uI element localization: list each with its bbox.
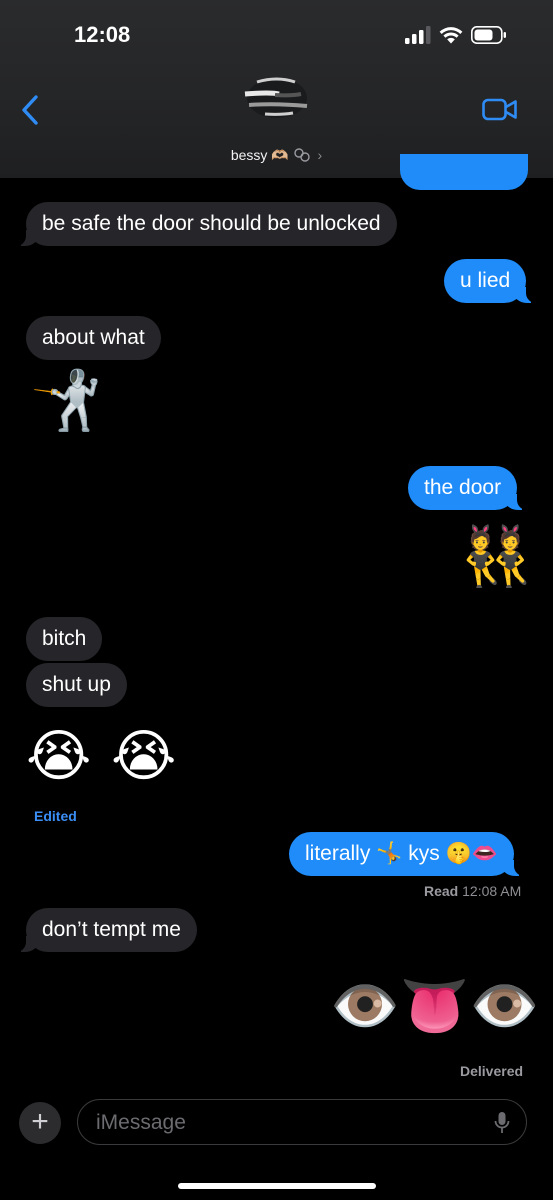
chevron-right-icon: › [317,147,323,163]
message-emoji: 🤫👄 [445,842,498,865]
apps-plus-button[interactable]: + [19,1102,61,1144]
wifi-icon [439,27,463,44]
contact-name-emoji: 🫶🏼 [271,147,289,163]
message-text: the door [424,476,502,499]
microphone-icon[interactable] [494,1111,510,1135]
status-time: 12:08 [74,22,131,47]
message-input[interactable] [94,1100,478,1145]
battery-icon [471,26,506,44]
message-incoming[interactable]: bitch [26,617,103,661]
linked-rings-icon [293,148,310,162]
contact-name: bessy [230,147,268,163]
message-text-start: literally [305,842,371,865]
message-incoming[interactable]: be safe the door should be unlocked [15,202,397,246]
message-text: bitch [42,627,87,650]
previous-outgoing-bubble [400,154,528,190]
message-text: don’t tempt me [42,918,181,941]
signal-icon [405,26,431,44]
message-incoming[interactable]: shut up [26,663,127,707]
message-outgoing[interactable]: literally 🤸 kys 🤫👄 [289,832,525,876]
message-incoming[interactable]: about what [26,316,161,360]
message-outgoing[interactable]: u lied [444,259,538,303]
message-outgoing[interactable]: the door [408,466,529,510]
message-text: u lied [460,269,511,292]
message-text: about what [42,326,145,349]
read-label: Read [424,883,459,899]
conversation-header: 12:08 bessy 🫶🏼 › [0,0,553,178]
message-compose-field[interactable] [77,1099,527,1145]
message-text: shut up [42,673,111,696]
contact-avatar[interactable] [241,76,313,120]
home-indicator[interactable] [178,1183,376,1189]
delivered-status: Delivered [460,1063,524,1079]
status-icons [405,26,507,44]
message-incoming[interactable]: don’t tempt me [15,908,197,952]
edited-label[interactable]: Edited [34,808,77,824]
message-text: be safe the door should be unlocked [42,212,381,235]
back-chevron-icon[interactable] [20,94,40,126]
read-receipt: Read 12:08 AM [424,883,521,899]
plus-icon: + [31,1105,49,1138]
dancers-emoji-message[interactable]: 👯 [460,528,532,586]
fencer-emoji-message[interactable]: 🤺 [30,372,102,430]
crying-emoji-message[interactable]: 😭 😭 [26,728,178,784]
message-emoji: 🤸 [376,842,403,865]
read-time: 12:08 AM [462,883,522,899]
eyes-tongue-emoji-message[interactable]: 👁️👅👁️ [330,978,539,1034]
message-text-mid: kys [408,842,440,865]
video-call-icon[interactable] [482,97,518,123]
